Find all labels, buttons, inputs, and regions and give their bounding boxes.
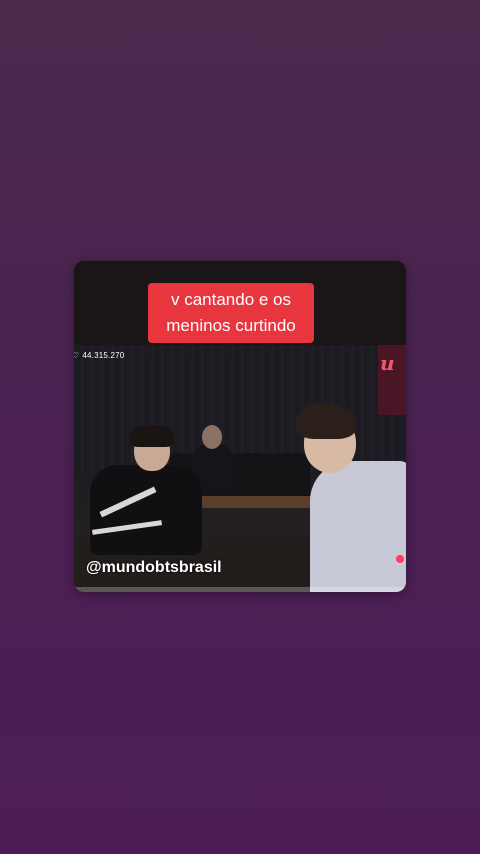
heart-outline-icon: ♡ xyxy=(74,351,80,360)
caption-strip: v cantando e os meninos curtindo xyxy=(74,261,406,345)
video-progress-bar[interactable] xyxy=(74,587,406,592)
brand-logo-icon: u xyxy=(380,351,395,375)
caption-line-1: v cantando e os xyxy=(170,290,292,309)
caption-line-2: meninos curtindo xyxy=(166,316,296,335)
reaction-dot xyxy=(396,555,404,563)
watermark-handle: @mundobtsbrasil xyxy=(86,559,222,576)
story-media-card[interactable]: v cantando e os meninos curtindo ♡ 44.31… xyxy=(74,261,406,592)
person-right xyxy=(296,403,406,592)
likes-count: 44.315.270 xyxy=(82,351,125,360)
caption-box: v cantando e os meninos curtindo xyxy=(148,283,314,343)
video-frame[interactable]: ♡ 44.315.270 u @mundobtsbrasil xyxy=(74,345,406,592)
likes-counter: ♡ 44.315.270 xyxy=(74,351,124,360)
